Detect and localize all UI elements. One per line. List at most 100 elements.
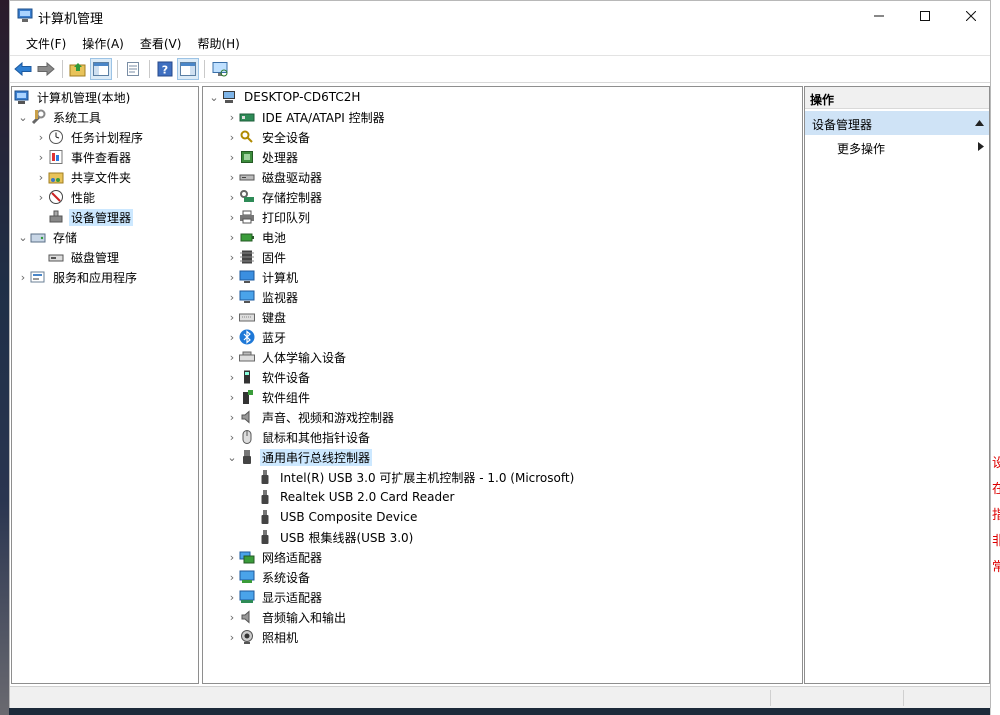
device-category[interactable]: › 打印队列 xyxy=(225,207,312,227)
chevron-right-icon[interactable]: › xyxy=(225,367,239,387)
tree-item-performance[interactable]: › 性能 xyxy=(34,187,97,207)
device-category[interactable]: › 系统设备 xyxy=(225,567,312,587)
chevron-right-icon[interactable]: › xyxy=(225,307,239,327)
device-category-usb[interactable]: ⌄ 通用串行总线控制器 xyxy=(225,447,373,467)
device-category[interactable]: › 声音、视频和游戏控制器 xyxy=(225,407,396,427)
tree-item-event-viewer[interactable]: › 事件查看器 xyxy=(34,147,133,167)
chevron-right-icon[interactable]: › xyxy=(225,107,239,127)
chevron-right-icon[interactable]: › xyxy=(225,227,239,247)
chevron-right-icon[interactable]: › xyxy=(225,347,239,367)
forward-button[interactable] xyxy=(35,58,57,80)
more-actions-item[interactable]: 更多操作 xyxy=(805,137,989,157)
device-category[interactable]: › 软件组件 xyxy=(225,387,312,407)
show-hide-tree-button[interactable] xyxy=(90,58,112,80)
chevron-right-icon[interactable]: › xyxy=(225,427,239,447)
usb-device-item[interactable]: USB Composite Device xyxy=(257,507,419,527)
tree-item-storage[interactable]: ⌄ 存储 xyxy=(16,227,79,247)
device-category[interactable]: › 照相机 xyxy=(225,627,300,647)
device-category[interactable]: › 鼠标和其他指针设备 xyxy=(225,427,372,447)
chevron-down-icon[interactable]: ⌄ xyxy=(207,87,221,107)
chevron-right-icon[interactable]: › xyxy=(34,187,48,207)
chevron-right-icon[interactable]: › xyxy=(225,327,239,347)
chevron-right-icon[interactable]: › xyxy=(225,287,239,307)
chevron-down-icon[interactable]: ⌄ xyxy=(16,227,30,247)
hid-icon xyxy=(239,349,255,365)
chevron-right-icon[interactable]: › xyxy=(34,127,48,147)
back-button[interactable] xyxy=(12,58,34,80)
tree-item-task-scheduler[interactable]: › 任务计划程序 xyxy=(34,127,145,147)
chevron-right-icon[interactable]: › xyxy=(225,607,239,627)
display-adapter-icon xyxy=(239,589,255,605)
tree-item-shared-folders[interactable]: › 共享文件夹 xyxy=(34,167,133,187)
chevron-right-icon[interactable]: › xyxy=(225,587,239,607)
tree-item-services-apps[interactable]: › 服务和应用程序 xyxy=(16,267,139,287)
usb-device-item[interactable]: Realtek USB 2.0 Card Reader xyxy=(257,487,456,507)
chevron-right-icon[interactable]: › xyxy=(225,267,239,287)
usb-device-item[interactable]: USB 根集线器(USB 3.0) xyxy=(257,527,415,547)
up-level-button[interactable] xyxy=(67,58,89,80)
tree-item-device-manager[interactable]: 设备管理器 xyxy=(48,207,134,227)
device-category[interactable]: › 网络适配器 xyxy=(225,547,324,567)
tree-item-label: 共享文件夹 xyxy=(71,170,132,185)
shared-folder-icon xyxy=(48,169,64,185)
scan-hardware-button[interactable] xyxy=(209,58,231,80)
menu-action[interactable]: 操作(A) xyxy=(74,35,132,52)
maximize-button[interactable] xyxy=(902,1,948,31)
close-button[interactable] xyxy=(948,1,994,31)
device-category[interactable]: › 人体学输入设备 xyxy=(225,347,348,367)
disk-icon xyxy=(48,249,64,265)
monitor-icon xyxy=(239,289,255,305)
chevron-right-icon[interactable]: › xyxy=(16,267,30,287)
chevron-right-icon[interactable]: › xyxy=(225,547,239,567)
device-category[interactable]: › 电池 xyxy=(225,227,288,247)
chevron-right-icon[interactable]: › xyxy=(225,407,239,427)
chevron-right-icon[interactable]: › xyxy=(225,187,239,207)
chevron-right-icon[interactable]: › xyxy=(225,167,239,187)
chevron-right-icon[interactable]: › xyxy=(225,627,239,647)
chevron-right-icon[interactable]: › xyxy=(225,567,239,587)
chevron-right-icon[interactable]: › xyxy=(225,387,239,407)
menu-view[interactable]: 查看(V) xyxy=(132,35,190,52)
camera-icon xyxy=(239,629,255,645)
menu-help[interactable]: 帮助(H) xyxy=(189,35,247,52)
system-device-icon xyxy=(239,569,255,585)
menu-file[interactable]: 文件(F) xyxy=(18,35,74,52)
device-category[interactable]: › IDE ATA/ATAPI 控制器 xyxy=(225,107,387,127)
actions-section-device-manager[interactable]: 设备管理器 xyxy=(805,111,989,135)
device-category[interactable]: › 固件 xyxy=(225,247,288,267)
bluetooth-icon xyxy=(239,329,255,345)
device-category[interactable]: › 处理器 xyxy=(225,147,300,167)
tree-item-computer-management[interactable]: 计算机管理(本地) xyxy=(14,87,132,107)
device-tree-pane[interactable]: ⌄ DESKTOP-CD6TC2H › IDE ATA/ATAPI 控制器 › … xyxy=(202,86,803,684)
chevron-down-icon[interactable]: ⌄ xyxy=(16,107,30,127)
device-category[interactable]: › 蓝牙 xyxy=(225,327,288,347)
chevron-right-icon[interactable]: › xyxy=(225,247,239,267)
help-button[interactable]: ? xyxy=(154,58,176,80)
tree-item-system-tools[interactable]: ⌄ 系统工具 xyxy=(16,107,103,127)
chevron-right-icon[interactable]: › xyxy=(225,147,239,167)
chevron-right-icon[interactable]: › xyxy=(34,167,48,187)
chevron-right-icon[interactable]: › xyxy=(225,127,239,147)
device-category[interactable]: › 安全设备 xyxy=(225,127,312,147)
chevron-right-icon[interactable]: › xyxy=(34,147,48,167)
tree-item-disk-management[interactable]: 磁盘管理 xyxy=(48,247,121,267)
device-tree-root[interactable]: ⌄ DESKTOP-CD6TC2H xyxy=(207,87,362,107)
device-category[interactable]: › 软件设备 xyxy=(225,367,312,387)
device-category[interactable]: › 磁盘驱动器 xyxy=(225,167,324,187)
device-category[interactable]: › 存储控制器 xyxy=(225,187,324,207)
chevron-down-icon[interactable]: ⌄ xyxy=(225,447,239,467)
device-category[interactable]: › 计算机 xyxy=(225,267,300,287)
usb-device-item[interactable]: Intel(R) USB 3.0 可扩展主机控制器 - 1.0 (Microso… xyxy=(257,467,576,487)
usb-device-label: Realtek USB 2.0 Card Reader xyxy=(280,490,455,504)
title-bar[interactable]: 计算机管理 xyxy=(10,1,990,31)
chevron-right-icon[interactable]: › xyxy=(225,207,239,227)
collapse-up-icon[interactable] xyxy=(975,120,984,126)
device-category[interactable]: › 监视器 xyxy=(225,287,300,307)
device-category[interactable]: › 音频输入和输出 xyxy=(225,607,348,627)
device-category[interactable]: › 显示适配器 xyxy=(225,587,324,607)
device-category[interactable]: › 键盘 xyxy=(225,307,288,327)
properties-button[interactable] xyxy=(122,58,144,80)
show-action-pane-button[interactable] xyxy=(177,58,199,80)
minimize-button[interactable] xyxy=(856,1,902,31)
navigation-tree-pane[interactable]: 计算机管理(本地) ⌄ 系统工具 › 任务计划程序 › 事件查看器 › 共享文件… xyxy=(11,86,199,684)
